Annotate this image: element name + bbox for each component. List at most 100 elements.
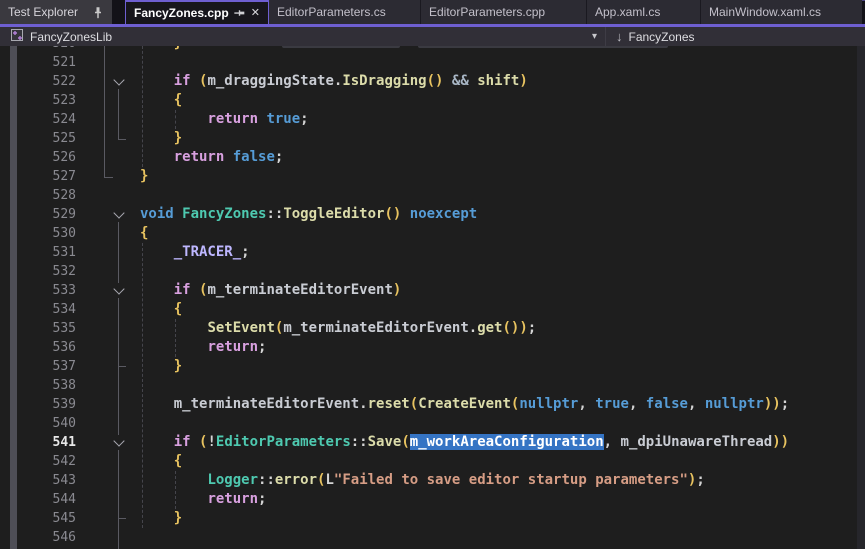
code-token: &&	[452, 73, 469, 89]
code-token	[140, 510, 174, 526]
code-token: ;	[241, 244, 249, 260]
code-token	[140, 453, 174, 469]
code-token	[140, 244, 174, 260]
fold-chevron-icon[interactable]	[111, 435, 126, 450]
tab-editorparameters-cpp[interactable]: EditorParameters.cpp	[421, 0, 587, 24]
code-token: ()	[502, 320, 519, 336]
code-token: return	[174, 149, 225, 165]
code-token: {	[174, 453, 182, 469]
code-line[interactable]: return;	[140, 490, 266, 509]
code-token: m_dpiUnawareThread	[621, 434, 773, 450]
code-token: ()	[384, 206, 401, 222]
line-number: 528	[28, 186, 76, 205]
code-line[interactable]: {	[140, 224, 148, 243]
code-line[interactable]: if (m_draggingState.IsDragging() && shif…	[140, 72, 528, 91]
code-line[interactable]: }	[140, 167, 148, 186]
code-line[interactable]: m_terminateEditorEvent.reset(CreateEvent…	[140, 395, 789, 414]
line-number: 539	[28, 395, 76, 414]
symbol-dropdown[interactable]: ↓ FancyZones	[606, 29, 695, 44]
code-token: return	[207, 491, 258, 507]
code-token	[140, 282, 174, 298]
code-token: noexcept	[410, 206, 477, 222]
line-number: 540	[28, 414, 76, 433]
fold-chevron-icon[interactable]	[111, 283, 126, 298]
vertical-scrollbar[interactable]	[857, 46, 865, 549]
pin-icon[interactable]	[233, 8, 245, 19]
code-token: reset	[368, 396, 410, 412]
code-token: ;	[258, 339, 266, 355]
code-line[interactable]: }	[140, 46, 668, 53]
outline-scope-tick	[118, 518, 126, 519]
tab-test-explorer[interactable]: Test Explorer	[0, 0, 112, 24]
code-token: get	[477, 320, 502, 336]
code-token	[191, 282, 199, 298]
fold-chevron-icon[interactable]	[111, 74, 126, 89]
code-line[interactable]: return false;	[140, 148, 283, 167]
code-line[interactable]: }	[140, 509, 182, 528]
selected-text: m_workAreaConfiguration	[410, 434, 604, 450]
line-number: 538	[28, 376, 76, 395]
tab-label: FancyZones.cpp	[134, 6, 229, 20]
cpp-project-icon	[10, 28, 24, 45]
code-line[interactable]: if (m_terminateEditorEvent)	[140, 281, 401, 300]
code-token: error	[275, 472, 317, 488]
code-line[interactable]: {	[140, 91, 182, 110]
code-token: m_terminateEditorEvent	[174, 396, 359, 412]
code-token: m_draggingState	[207, 73, 333, 89]
line-number: 520	[28, 46, 76, 53]
splitter-handle[interactable]	[10, 46, 17, 549]
project-name: FancyZonesLib	[30, 30, 112, 44]
line-number: 529	[28, 205, 76, 224]
code-token: }	[174, 510, 182, 526]
line-number: 534	[28, 300, 76, 319]
chevron-down-icon[interactable]: ▾	[592, 31, 597, 42]
code-token	[140, 358, 174, 374]
tab-mainwindow-xaml-cs[interactable]: MainWindow.xaml.cs	[701, 0, 862, 24]
project-dropdown[interactable]: FancyZonesLib ▾	[0, 27, 605, 46]
code-line[interactable]: {	[140, 300, 182, 319]
code-token: ))	[764, 396, 781, 412]
tab-editorparameters-cs[interactable]: EditorParameters.cs	[269, 0, 421, 24]
code-token: ,	[578, 396, 595, 412]
tab-fancyzones-cpp[interactable]: FancyZones.cpp ✕	[125, 0, 269, 24]
code-line[interactable]: Logger::error(L"Failed to save editor st…	[140, 471, 705, 490]
code-line[interactable]: }	[140, 129, 182, 148]
code-token	[140, 92, 174, 108]
code-line[interactable]: _TRACER_;	[140, 243, 250, 262]
outline-scope-tick	[118, 366, 126, 367]
code-token: {	[174, 92, 182, 108]
code-token	[191, 73, 199, 89]
code-line[interactable]: SetEvent(m_terminateEditorEvent.get());	[140, 319, 536, 338]
close-icon[interactable]: ✕	[251, 8, 260, 19]
code-line[interactable]: return true;	[140, 110, 309, 129]
code-token: true	[595, 396, 629, 412]
code-token: return	[207, 111, 258, 127]
code-line[interactable]: void FancyZones::ToggleEditor() noexcept	[140, 205, 477, 224]
tab-label: MainWindow.xaml.cs	[709, 5, 821, 19]
code-token: Save	[368, 434, 402, 450]
tab-label: EditorParameters.cs	[277, 5, 386, 19]
code-token: ::	[266, 206, 283, 222]
line-number: 522	[28, 72, 76, 91]
line-number: 524	[28, 110, 76, 129]
code-token: SetEvent	[207, 320, 274, 336]
tab-app-xaml-cs[interactable]: App.xaml.cs	[587, 0, 701, 24]
pin-icon[interactable]	[92, 6, 104, 19]
code-token	[174, 206, 182, 222]
code-line[interactable]: }	[140, 357, 182, 376]
fold-chevron-icon[interactable]	[111, 207, 126, 222]
code-editor[interactable]: 5205215225235245255265275285295305315325…	[0, 46, 865, 549]
code-line[interactable]: {	[140, 452, 182, 471]
code-token: return	[207, 339, 258, 355]
code-token: }	[140, 168, 148, 184]
code-token: (	[401, 434, 409, 450]
code-token: if	[174, 434, 191, 450]
down-arrow-icon: ↓	[616, 29, 623, 44]
code-line[interactable]: return;	[140, 338, 266, 357]
symbol-name: FancyZones	[629, 30, 695, 44]
code-line[interactable]: if (!EditorParameters::Save(m_workAreaCo…	[140, 433, 789, 452]
code-token: true	[266, 111, 300, 127]
code-token	[224, 149, 232, 165]
code-token	[612, 434, 620, 450]
code-token: shift	[477, 73, 519, 89]
